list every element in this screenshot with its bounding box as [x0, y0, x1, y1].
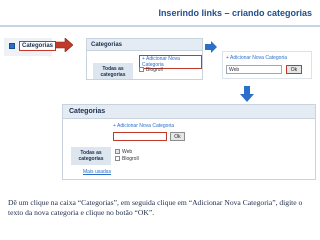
- checkbox-label: Blogroll: [146, 67, 163, 73]
- category-name-input[interactable]: [113, 132, 167, 141]
- checkbox-box[interactable]: [115, 156, 120, 162]
- ok-button[interactable]: Ok: [286, 65, 302, 74]
- add-category-link[interactable]: + Adicionar Nova Categoria: [226, 55, 287, 61]
- step2-categories-panel: Categorias + Adicionar Nova Categoria To…: [86, 38, 203, 80]
- add-category-link[interactable]: + Adicionar Nova Categoria: [113, 123, 174, 129]
- instruction-caption: Dê um clique na caixa “Categorias”, em s…: [8, 198, 303, 217]
- checkbox-box[interactable]: [139, 67, 144, 73]
- blue-arrow-icon: [205, 41, 217, 53]
- most-used-link[interactable]: Mais usadas: [83, 169, 111, 175]
- panel-title: Categorias: [63, 105, 315, 119]
- step3-add-category-panel: + Adicionar Nova Categoria Web Ok: [222, 51, 312, 79]
- step1-sidebar-screenshot: Categorias: [4, 38, 57, 56]
- slide-title: Inserindo links – criando categorias: [158, 8, 312, 18]
- category-name-input[interactable]: Web: [226, 65, 282, 74]
- all-categories-tab[interactable]: Todas as categorias: [71, 147, 111, 165]
- checkbox-blogroll[interactable]: Blogroll: [139, 67, 163, 73]
- checkbox-box[interactable]: [115, 149, 120, 155]
- step4-categories-panel: Categorias + Adicionar Nova Categoria Ok…: [62, 104, 316, 180]
- header-stripe: [0, 25, 320, 27]
- checkbox-label: Blogroll: [122, 156, 139, 162]
- ok-button[interactable]: Ok: [170, 132, 185, 141]
- checkbox-label: Web: [122, 149, 133, 155]
- panel-title: Categorias: [87, 39, 202, 51]
- sidebar-icon: [9, 43, 15, 49]
- slide-header: Inserindo links – criando categorias: [0, 0, 320, 27]
- all-categories-tab[interactable]: Todas as categorias: [93, 63, 133, 79]
- checkbox-web[interactable]: Web: [115, 149, 132, 155]
- checkbox-blogroll[interactable]: Blogroll: [115, 156, 139, 162]
- red-arrow-icon: [55, 38, 73, 52]
- categorias-sidebar-label[interactable]: Categorias: [19, 41, 57, 51]
- blue-arrow-down-icon: [240, 86, 254, 102]
